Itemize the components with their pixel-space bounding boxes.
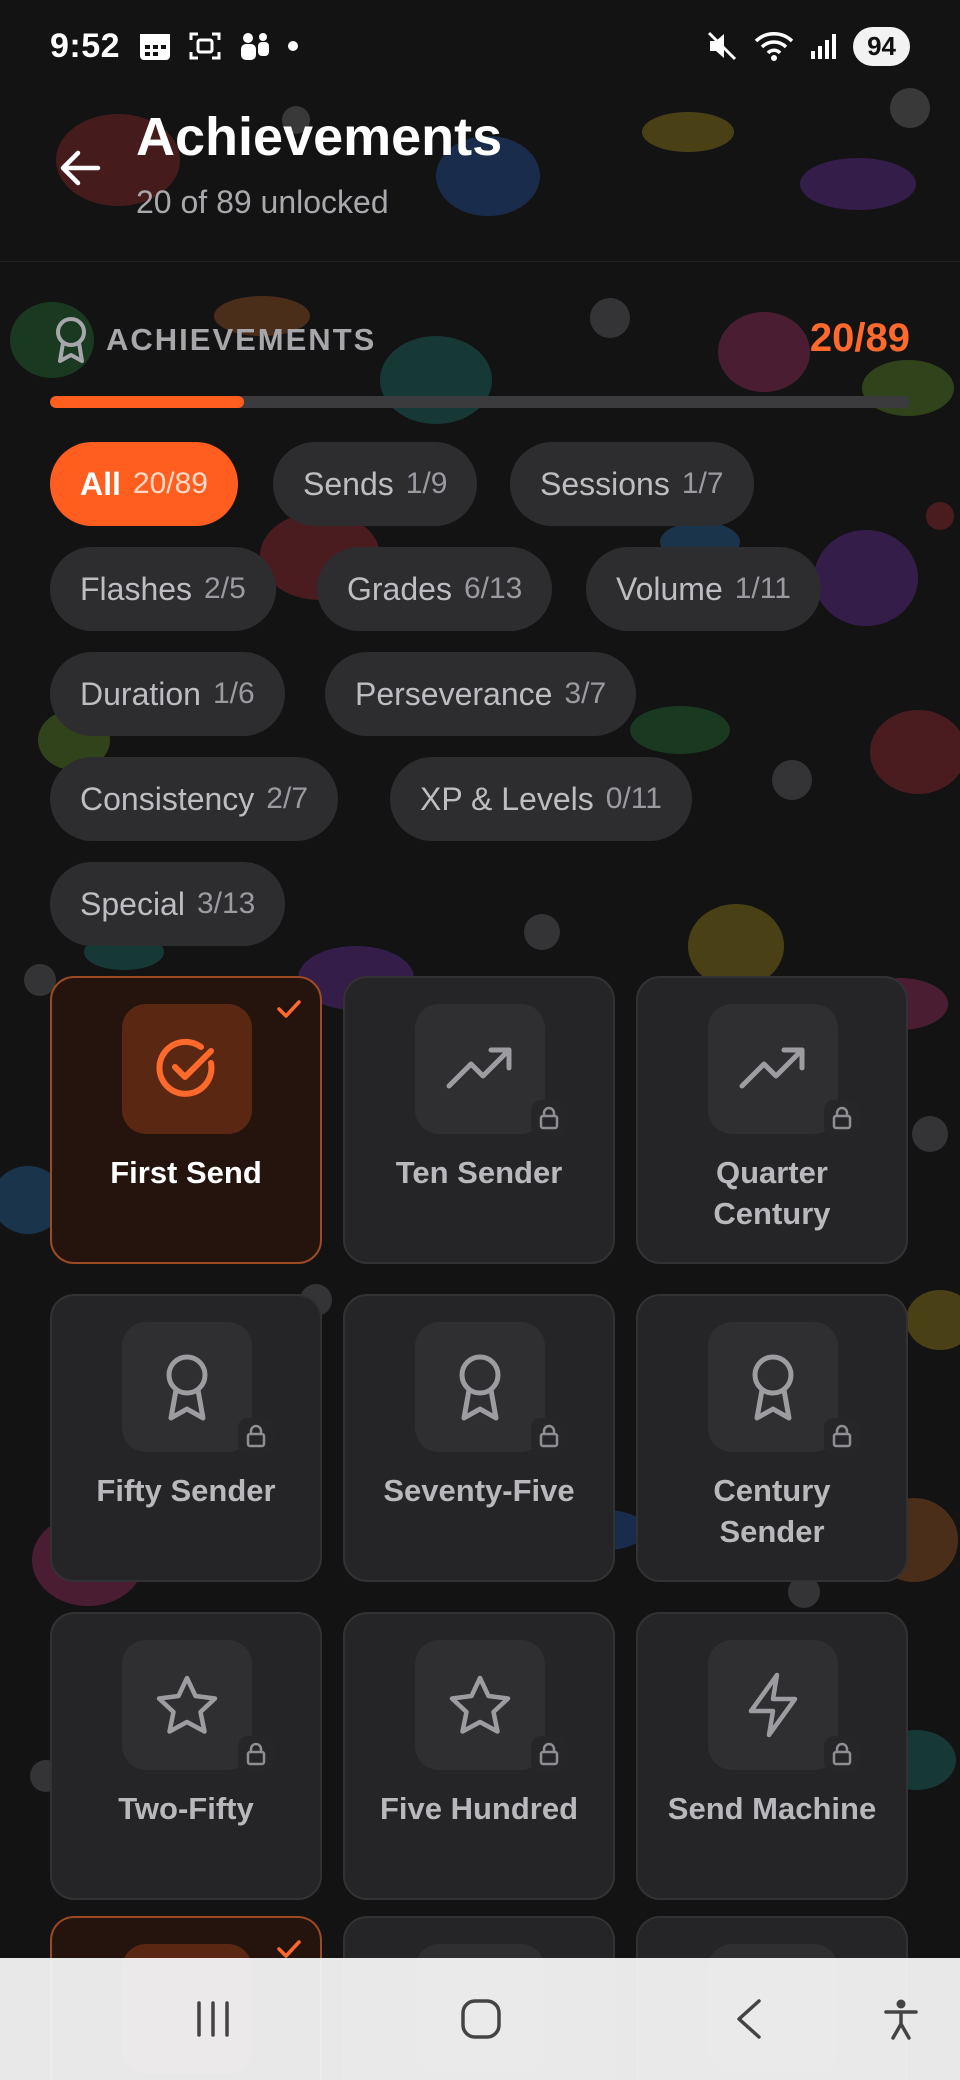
system-back-button[interactable] bbox=[704, 1974, 794, 2064]
chip-label: Duration bbox=[80, 675, 201, 712]
chip-perseverance[interactable]: Perseverance 3/7 bbox=[325, 652, 637, 736]
chip-sends[interactable]: Sends 1/9 bbox=[273, 442, 478, 526]
checkmark-icon bbox=[277, 1000, 301, 1018]
achievement-icon-box bbox=[708, 1004, 838, 1134]
chip-consistency[interactable]: Consistency 2/7 bbox=[50, 757, 339, 841]
achievement-card[interactable]: Century Sender bbox=[636, 1294, 908, 1582]
chip-count: 20/89 bbox=[132, 467, 208, 500]
recent-apps-icon bbox=[197, 2001, 229, 2037]
lock-icon bbox=[238, 1736, 274, 1772]
award-icon bbox=[459, 1354, 501, 1421]
chip-label: Consistency bbox=[80, 780, 255, 817]
chip-count: 2/7 bbox=[266, 782, 309, 815]
chip-grades[interactable]: Grades 6/13 bbox=[317, 547, 553, 631]
achievement-icon-box bbox=[708, 1640, 838, 1770]
lock-icon bbox=[238, 1418, 274, 1454]
award-icon bbox=[752, 1354, 794, 1421]
chip-count: 2/5 bbox=[204, 572, 246, 605]
lock-icon bbox=[531, 1100, 567, 1136]
achievement-title: Quarter Century bbox=[713, 1155, 831, 1231]
system-nav-bar bbox=[0, 1958, 960, 2080]
achievement-icon-box bbox=[122, 1640, 252, 1770]
accessibility-button[interactable] bbox=[856, 1974, 946, 2064]
award-icon bbox=[166, 1354, 208, 1421]
home-button[interactable] bbox=[436, 1974, 526, 2064]
achievement-card[interactable]: First Send bbox=[50, 976, 322, 1264]
achievement-icon-box bbox=[415, 1322, 545, 1452]
chip-sessions[interactable]: Sessions 1/7 bbox=[510, 442, 754, 526]
chip-label: Special bbox=[80, 885, 185, 922]
back-icon bbox=[737, 1999, 761, 2039]
achievement-card[interactable]: Quarter Century bbox=[636, 976, 908, 1264]
chip-count: 0/11 bbox=[605, 782, 662, 815]
lock-icon bbox=[531, 1418, 567, 1454]
achievement-icon-box bbox=[122, 1004, 252, 1134]
chip-special[interactable]: Special 3/13 bbox=[50, 862, 286, 946]
chip-count: 1/6 bbox=[212, 677, 255, 710]
filter-chips: All 20/89 Sends 1/9 Sessions 1/7 Flashes 2/5… bbox=[0, 0, 960, 960]
chip-count: 3/13 bbox=[196, 887, 256, 920]
achievement-title: Two-Fifty bbox=[118, 1791, 254, 1826]
chip-flashes[interactable]: Flashes 2/5 bbox=[50, 547, 276, 631]
chip-count: 1/11 bbox=[734, 572, 791, 605]
achievement-title: Ten Sender bbox=[395, 1155, 563, 1190]
chip-count: 1/9 bbox=[405, 467, 448, 500]
achievement-icon-box bbox=[415, 1640, 545, 1770]
achievement-title: Century Sender bbox=[713, 1473, 831, 1549]
achievement-card[interactable]: Send Machine bbox=[636, 1612, 908, 1900]
chip-all[interactable]: All 20/89 bbox=[50, 442, 238, 526]
achievement-title: First Send bbox=[110, 1155, 262, 1190]
chip-label: Sessions bbox=[540, 465, 670, 502]
achievement-card[interactable]: Two-Fifty bbox=[50, 1612, 322, 1900]
lock-icon bbox=[824, 1418, 860, 1454]
trending-up-icon bbox=[446, 1047, 512, 1089]
chip-label: Grades bbox=[347, 570, 452, 607]
star-icon bbox=[156, 1675, 218, 1734]
achievement-title: Send Machine bbox=[667, 1791, 877, 1826]
chip-xp-levels[interactable]: XP & Levels 0/11 bbox=[390, 757, 692, 841]
achievement-card[interactable]: Seventy-Five bbox=[343, 1294, 615, 1582]
achievement-card[interactable]: Fifty Sender bbox=[50, 1294, 322, 1582]
chip-count: 1/7 bbox=[681, 467, 724, 500]
achievement-title: Seventy-Five bbox=[383, 1473, 575, 1508]
chip-count: 6/13 bbox=[463, 572, 523, 605]
lock-icon bbox=[824, 1100, 860, 1136]
home-icon bbox=[461, 1999, 501, 2039]
chip-duration[interactable]: Duration 1/6 bbox=[50, 652, 285, 736]
accessibility-icon bbox=[884, 1999, 918, 2040]
achievement-title: Fifty Sender bbox=[96, 1473, 276, 1508]
achievement-icon-box bbox=[122, 1322, 252, 1452]
star-icon bbox=[449, 1675, 511, 1734]
achievement-icon-box bbox=[415, 1004, 545, 1134]
chip-label: Perseverance bbox=[355, 675, 553, 712]
lock-icon bbox=[824, 1736, 860, 1772]
chip-label: XP & Levels bbox=[420, 780, 594, 817]
recent-apps-button[interactable] bbox=[168, 1974, 258, 2064]
lock-icon bbox=[531, 1736, 567, 1772]
achievement-icon-box bbox=[708, 1322, 838, 1452]
chip-count: 3/7 bbox=[564, 677, 607, 710]
achievement-card[interactable]: Five Hundred bbox=[343, 1612, 615, 1900]
check-circle-icon bbox=[156, 1038, 215, 1097]
chip-label: Sends bbox=[303, 465, 394, 502]
chip-label: All bbox=[80, 465, 121, 502]
chip-label: Volume bbox=[616, 570, 723, 607]
trending-up-icon bbox=[739, 1047, 805, 1089]
achievement-title: Five Hundred bbox=[379, 1791, 579, 1826]
lightning-icon bbox=[748, 1672, 798, 1738]
achievement-card[interactable]: Ten Sender bbox=[343, 976, 615, 1264]
checkmark-icon bbox=[277, 1940, 301, 1958]
chip-label: Flashes bbox=[80, 570, 193, 607]
chip-volume[interactable]: Volume 1/11 bbox=[586, 547, 821, 631]
